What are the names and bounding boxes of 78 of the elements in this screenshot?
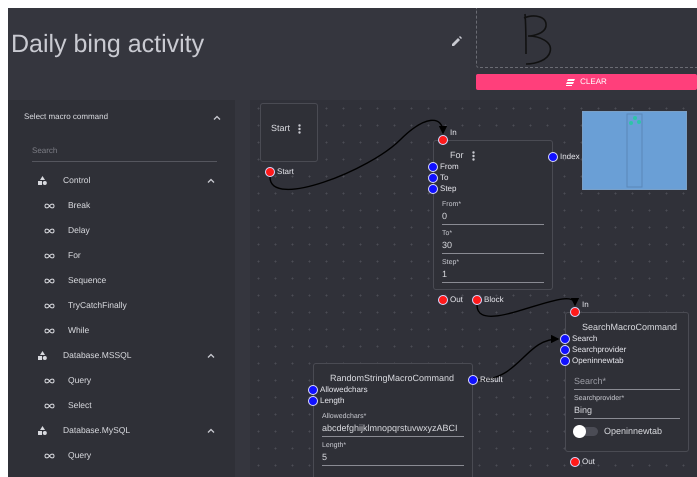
port-label: Block: [484, 295, 504, 305]
port-label: Step: [440, 184, 456, 194]
search-field[interactable]: Search: [32, 145, 217, 162]
command-item[interactable]: Break: [32, 193, 217, 218]
port-label: From: [440, 162, 459, 172]
node-input-field[interactable]: Search*: [574, 372, 680, 390]
port-label: Search: [572, 334, 598, 344]
chevron-up-icon: [213, 114, 221, 120]
edit-pencil-icon[interactable]: [452, 36, 462, 46]
command-item[interactable]: For: [32, 243, 217, 268]
node-input-field[interactable]: 5: [322, 452, 464, 466]
port-label: Length: [320, 396, 344, 406]
toggle-label: Openinnewtab: [604, 424, 662, 438]
command-label: Select: [68, 399, 92, 412]
port-label: Result: [480, 375, 503, 385]
more-vertical-icon[interactable]: [298, 124, 302, 134]
command-label: TryCatchFinally: [68, 299, 127, 312]
port-label: Out: [450, 295, 463, 305]
port-label: In: [450, 128, 457, 138]
infinity-icon: [44, 378, 55, 384]
node-input-field[interactable]: 30: [442, 240, 544, 254]
command-label: Delay: [68, 224, 90, 237]
infinity-icon: [44, 452, 55, 458]
command-label: While: [68, 324, 90, 337]
command-item[interactable]: Sequence: [32, 268, 217, 293]
shapes-icon: [38, 176, 47, 185]
category-label: Database.MSSQL: [63, 349, 133, 362]
chevron-up-icon: [207, 353, 215, 358]
infinity-icon: [44, 328, 55, 334]
toggle-thumb: [573, 424, 586, 438]
category-row[interactable]: Control: [32, 168, 217, 193]
command-item[interactable]: Query: [32, 443, 217, 468]
node-title: For: [449, 149, 464, 162]
infinity-icon: [44, 228, 55, 234]
page-title: Daily bing activity: [11, 29, 204, 60]
node-input-field[interactable]: abcdefghijklmnopqrstuvwxyzABCI: [322, 422, 464, 436]
command-label: Sequence: [68, 274, 106, 287]
node-input-field[interactable]: 1: [442, 268, 544, 282]
shapes-icon: [38, 351, 47, 360]
eraser-icon: [566, 78, 576, 86]
node-title: SearchMacroCommand: [581, 321, 678, 334]
port-label: In: [582, 300, 589, 310]
category-row[interactable]: Database.MySQL: [32, 418, 217, 443]
category-label: Database.MySQL: [63, 424, 132, 437]
infinity-icon: [44, 202, 55, 208]
command-item[interactable]: TryCatchFinally: [32, 293, 217, 318]
category-label: Control: [63, 174, 92, 187]
node-canvas[interactable]: [250, 100, 697, 477]
chevron-up-icon: [207, 428, 215, 433]
port-label: Out: [582, 457, 595, 467]
command-item[interactable]: Select: [32, 393, 217, 418]
chevron-up-icon: [207, 178, 215, 183]
node-title: RandomStringMacroCommand: [329, 372, 454, 385]
infinity-icon: [44, 402, 55, 408]
node-input-field[interactable]: 0: [442, 210, 544, 224]
infinity-icon: [44, 278, 55, 284]
command-item[interactable]: Query: [32, 368, 217, 393]
port-label: Index: [560, 152, 580, 162]
shapes-icon: [38, 426, 47, 435]
command-label: For: [68, 249, 81, 262]
command-label: Query: [68, 374, 92, 387]
port-label: Allowedchars: [320, 385, 368, 395]
infinity-icon: [44, 302, 55, 308]
port-label: To: [440, 173, 448, 183]
port-label: Openinnewtab: [572, 356, 624, 366]
command-item[interactable]: Delay: [32, 218, 217, 243]
category-row[interactable]: Database.MSSQL: [32, 343, 217, 368]
infinity-icon: [44, 252, 55, 258]
port-label: Start: [277, 167, 294, 177]
node-title: Start: [271, 122, 290, 135]
command-label: Query: [68, 449, 92, 462]
command-item[interactable]: While: [32, 318, 217, 343]
node-input-field[interactable]: Bing: [574, 404, 680, 418]
port-label: Searchprovider: [572, 345, 626, 355]
command-label: Break: [68, 199, 90, 212]
panel-header: Select macro command: [24, 111, 108, 123]
more-vertical-icon[interactable]: [472, 150, 474, 161]
toggle-switch[interactable]: [574, 426, 598, 436]
